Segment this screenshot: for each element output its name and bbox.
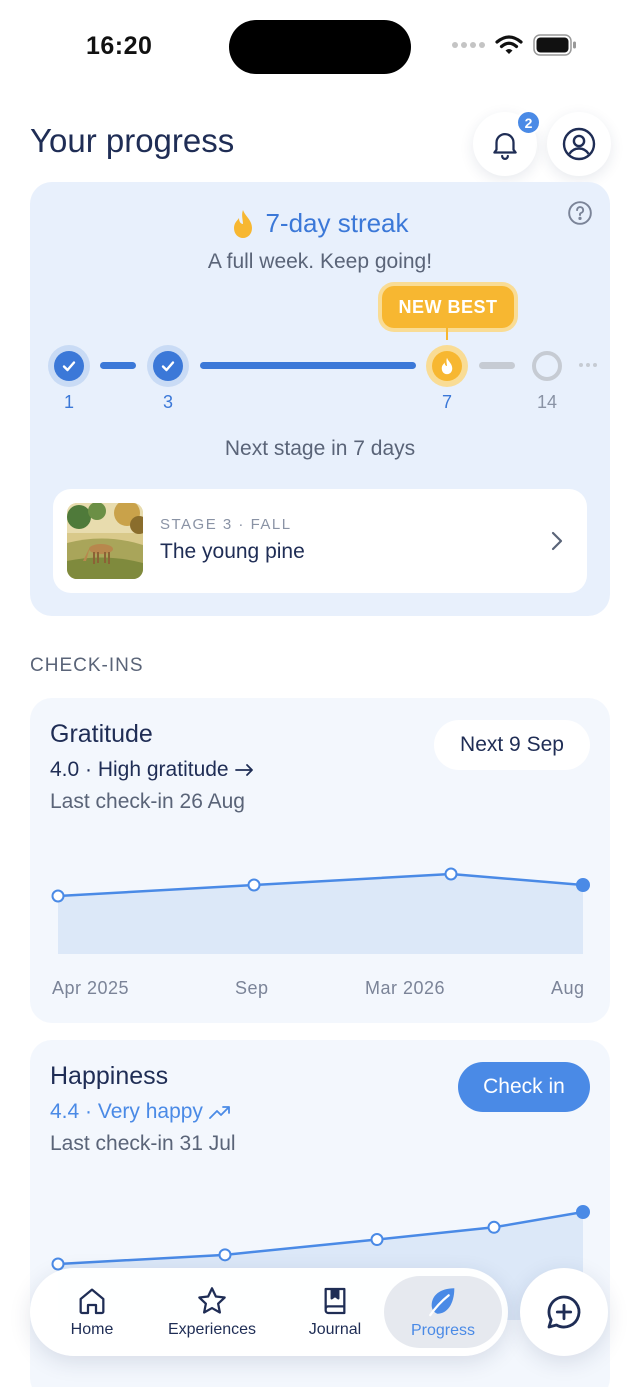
- notification-badge: 2: [516, 110, 541, 135]
- bell-icon: [493, 133, 517, 160]
- timeline-segment: [100, 362, 136, 369]
- chart-point: [487, 1220, 501, 1234]
- new-best-pointer: [446, 328, 448, 340]
- home-icon: [79, 1288, 105, 1315]
- check-in-button[interactable]: Check in: [458, 1062, 590, 1112]
- check-icon: [62, 361, 76, 372]
- checkin-score: 4.4 · Very happy: [50, 1100, 231, 1124]
- tab-progress[interactable]: Progress: [384, 1276, 502, 1348]
- status-time: 16:20: [86, 32, 153, 60]
- leaf-icon: [429, 1288, 455, 1317]
- chart-point: [444, 867, 458, 881]
- checkin-score-text: 4.4 · Very happy: [50, 1100, 203, 1123]
- arrow-right-icon: [234, 764, 253, 776]
- tab-label: Journal: [308, 1321, 362, 1338]
- chart-point: [218, 1248, 232, 1262]
- tab-label: Progress: [410, 1322, 476, 1339]
- tab-bar: Home Experiences Journal Progress: [30, 1268, 508, 1356]
- x-axis-label: Apr 2025: [52, 978, 130, 998]
- streak-header: 7-day streak: [30, 208, 610, 239]
- streak-card: 7-day streak A full week. Keep going! NE…: [30, 182, 610, 616]
- x-axis-label: Aug: [551, 978, 585, 998]
- last-checkin: Last check-in 26 Aug: [50, 790, 245, 813]
- checkin-title: Gratitude: [50, 720, 153, 748]
- chevron-right-icon: [551, 531, 563, 551]
- chart-point: [51, 889, 65, 903]
- check-icon: [161, 361, 175, 372]
- page-title: Your progress: [30, 122, 235, 159]
- chart-point: [576, 878, 590, 892]
- tab-label: Home: [70, 1321, 114, 1338]
- journal-icon: [324, 1287, 346, 1315]
- tab-journal[interactable]: Journal: [276, 1276, 394, 1348]
- stage-card[interactable]: STAGE 3 · FALL The young pine: [53, 489, 587, 593]
- tab-experiences[interactable]: Experiences: [153, 1276, 271, 1348]
- milestone-node: [48, 345, 90, 387]
- more-milestones-icon: [579, 363, 597, 367]
- streak-subtitle: A full week. Keep going!: [207, 250, 433, 273]
- gratitude-chart: [51, 867, 590, 954]
- star-icon: [198, 1287, 226, 1314]
- chart-point: [247, 878, 261, 892]
- flame-icon: [441, 357, 453, 375]
- milestone-label: 14: [536, 392, 558, 412]
- last-checkin: Last check-in 31 Jul: [50, 1132, 236, 1155]
- next-checkin-pill[interactable]: Next 9 Sep: [434, 720, 590, 770]
- stage-label: STAGE 3 · FALL: [160, 516, 292, 533]
- streak-title: 7-day streak: [265, 208, 409, 238]
- milestone-node-future: [526, 345, 568, 387]
- timeline-segment: [479, 362, 515, 369]
- cellular-signal-icon: [452, 42, 485, 48]
- checkin-title: Happiness: [50, 1062, 169, 1090]
- chart-point: [370, 1233, 384, 1247]
- wifi-icon: [495, 35, 523, 54]
- streak-timeline: 1 3 7 14: [30, 340, 610, 412]
- milestone-node-current: [426, 345, 468, 387]
- stage-thumbnail: [67, 503, 143, 579]
- gratitude-card[interactable]: Gratitude 4.0 · High gratitude Last chec…: [30, 698, 610, 1023]
- milestone-label: 1: [63, 392, 74, 412]
- timeline-segment: [200, 362, 416, 369]
- milestone-label: 3: [162, 392, 173, 412]
- milestone-node: [147, 345, 189, 387]
- profile-button[interactable]: [547, 112, 611, 176]
- tab-label: Experiences: [167, 1321, 257, 1338]
- dynamic-island: [229, 20, 411, 74]
- x-axis-label: Sep: [235, 978, 269, 998]
- x-axis-label: Mar 2026: [365, 978, 446, 998]
- chat-plus-icon: [547, 1295, 581, 1329]
- chart-area: [58, 874, 583, 954]
- next-stage-text: Next stage in 7 days: [224, 437, 416, 460]
- stage-name: The young pine: [160, 540, 305, 563]
- new-chat-button[interactable]: [520, 1268, 608, 1356]
- status-icons: [452, 34, 577, 56]
- status-bar: 16:20: [0, 0, 640, 90]
- chart-point: [576, 1205, 590, 1219]
- milestone-label: 7: [441, 392, 452, 412]
- trend-up-icon: [209, 1106, 230, 1119]
- section-label-checkins: CHECK-INS: [30, 655, 144, 676]
- battery-icon: [533, 34, 576, 56]
- checkin-score: 4.0 · High gratitude: [50, 758, 255, 782]
- checkin-score-text: 4.0 · High gratitude: [50, 758, 229, 781]
- flame-icon: [234, 209, 253, 238]
- chart-x-axis: Apr 2025 Sep Mar 2026 Aug: [30, 978, 610, 1004]
- user-icon: [562, 127, 596, 161]
- chart-point: [51, 1257, 65, 1271]
- new-best-badge: NEW BEST: [382, 286, 514, 328]
- tab-home[interactable]: Home: [33, 1276, 151, 1348]
